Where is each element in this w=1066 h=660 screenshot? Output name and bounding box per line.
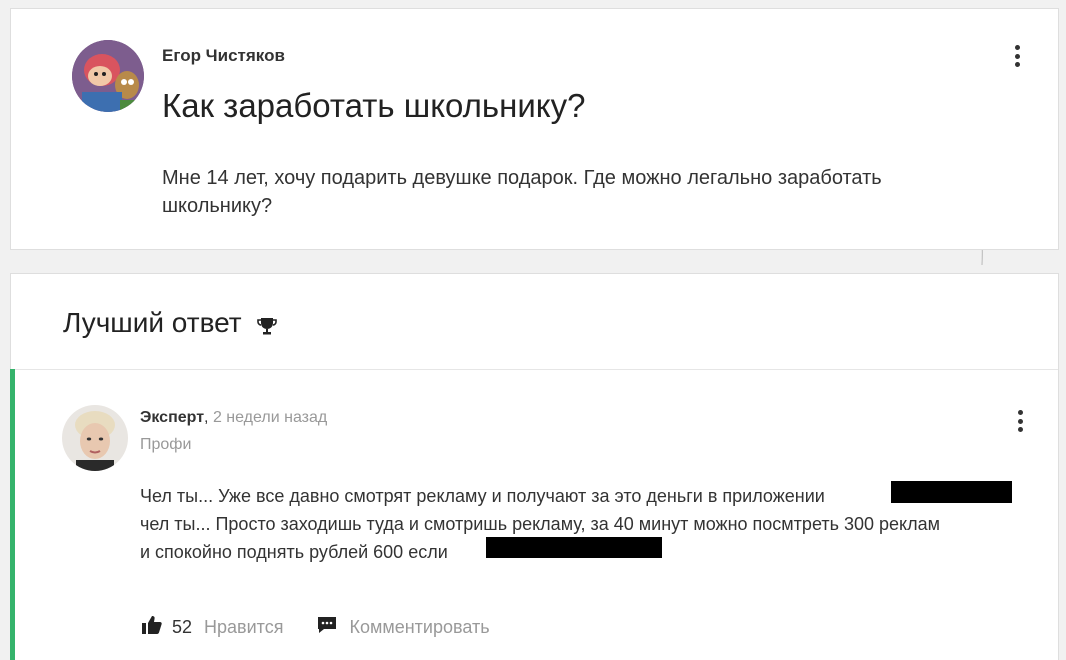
question-author-name[interactable]: Егор Чистяков (162, 46, 285, 66)
expert-rank: Профи (140, 436, 192, 453)
expert-avatar[interactable] (62, 405, 128, 471)
comment-icon (317, 616, 337, 639)
expert-meta: Эксперт, 2 недели назад (140, 409, 327, 427)
author-avatar[interactable] (72, 40, 144, 112)
answer-more-menu-icon[interactable] (1010, 408, 1030, 434)
section-divider (11, 369, 1058, 370)
comment-button[interactable]: Комментировать (317, 616, 490, 639)
best-answer-title: Лучший ответ (63, 307, 242, 338)
answer-time: 2 недели назад (212, 409, 328, 426)
like-label: Нравится (204, 617, 284, 637)
question-body: Мне 14 лет, хочу подарить девушке подаро… (162, 167, 882, 217)
trophy-icon (256, 312, 278, 335)
redaction-box (486, 537, 662, 558)
best-answer-accent-bar (10, 369, 15, 660)
question-more-menu-icon[interactable] (1007, 43, 1027, 69)
expert-name[interactable]: Эксперт (140, 409, 204, 426)
question-title: Как заработать школьнику? (162, 87, 586, 124)
best-answer-card: Лучший ответ Эксперт, 2 недели назад Про (10, 273, 1059, 660)
redaction-box (891, 481, 1012, 503)
like-button[interactable]: 52 Нравится (142, 616, 283, 639)
comment-label: Комментировать (349, 617, 490, 637)
question-card: Егор Чистяков Как заработать школьнику? … (10, 8, 1059, 250)
best-answer-header: Лучший ответ (63, 307, 278, 339)
like-count: 52 (172, 617, 193, 637)
thumbs-up-icon (142, 616, 162, 639)
answer-line-2: чел ты... Просто заходишь туда и смотриш… (140, 514, 940, 534)
answer-actions: 52 Нравится Комментировать (142, 616, 490, 639)
meta-separator: , (204, 409, 209, 426)
